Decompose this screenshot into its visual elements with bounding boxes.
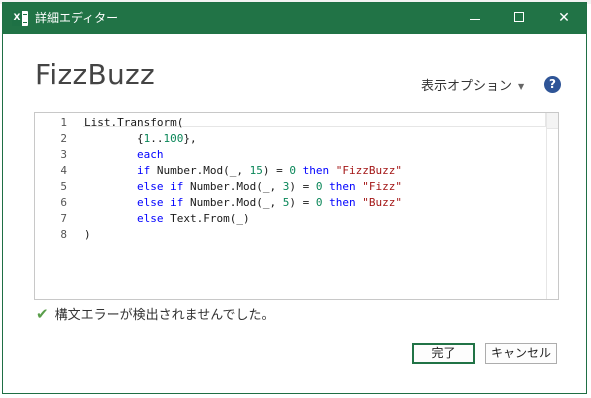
code-text: each	[136, 148, 164, 161]
window-title: 詳細エディター	[35, 11, 119, 25]
help-icon[interactable]: ?	[544, 76, 561, 93]
line-number: 6	[60, 196, 67, 209]
line-number: 2	[60, 132, 67, 145]
display-options-label: 表示オプション	[421, 79, 513, 94]
done-button[interactable]: 完了	[412, 343, 475, 364]
minimize-icon[interactable]	[470, 19, 480, 20]
check-icon: ✔	[36, 305, 49, 323]
line-number: 5	[60, 180, 67, 193]
code-text: if Number.Mod(_, 15) = 0 then "FizzBuzz"	[136, 164, 402, 177]
code-editor[interactable]: 1 List.Transform( 2 {1..100}, 3 each 4 if Nu…	[34, 112, 559, 300]
code-text: List.Transform(	[84, 116, 184, 129]
code-text: {1..100},	[84, 132, 197, 145]
editor-scrollbar[interactable]	[546, 113, 558, 299]
line-number: 1	[60, 116, 67, 129]
line-number: 7	[60, 212, 67, 225]
status-message: 構文エラーが検出されませんでした。	[54, 308, 275, 323]
line-number: 8	[60, 228, 67, 241]
close-icon[interactable]: ✕	[554, 6, 574, 30]
line-number: 3	[60, 148, 67, 161]
chevron-down-icon: ▼	[518, 82, 525, 91]
code-text: else Text.From(_)	[136, 212, 250, 225]
maximize-icon[interactable]	[514, 12, 524, 22]
code-text: )	[84, 228, 91, 241]
query-name: FizzBuzz	[35, 58, 155, 91]
line-number: 4	[60, 164, 67, 177]
title-bar[interactable]: X 詳細エディター ✕	[3, 3, 586, 34]
syntax-status: ✔ 構文エラーが検出されませんでした。	[36, 304, 275, 323]
cancel-button[interactable]: キャンセル	[485, 343, 557, 364]
display-options-dropdown[interactable]: 表示オプション ▼	[421, 75, 524, 94]
excel-app-icon: X	[12, 11, 28, 26]
code-text: else if Number.Mod(_, 3) = 0 then "Fizz"	[136, 180, 402, 193]
code-text: else if Number.Mod(_, 5) = 0 then "Buzz"	[136, 196, 402, 209]
